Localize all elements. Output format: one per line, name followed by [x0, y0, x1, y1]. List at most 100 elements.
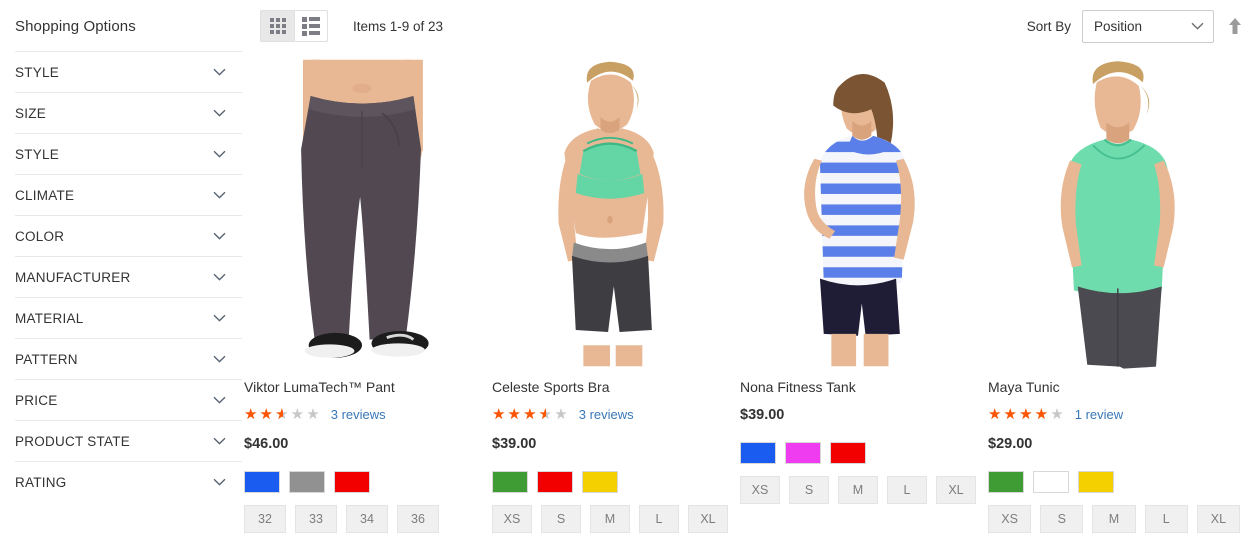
- filter-label: COLOR: [15, 228, 65, 244]
- size-swatch[interactable]: S: [789, 476, 829, 504]
- size-swatch[interactable]: XS: [492, 505, 532, 533]
- color-swatch[interactable]: [244, 471, 280, 493]
- color-swatch[interactable]: [334, 471, 370, 493]
- reviews-link[interactable]: 1 review: [1075, 407, 1123, 422]
- view-mode-switch: [260, 10, 328, 42]
- star-rating-icon: ★★★★★★★★★★: [988, 406, 1066, 422]
- product-card: Nona Fitness Tank $39.00 XS S M L XL: [740, 52, 988, 533]
- product-card: Celeste Sports Bra ★★★★★★★★★★ 3 reviews $39…: [492, 52, 740, 533]
- filter-climate-3[interactable]: CLIMATE: [15, 174, 242, 215]
- filter-label: MANUFACTURER: [15, 269, 131, 285]
- star-rating-icon: ★★★★★★★★★★: [492, 406, 570, 422]
- filter-price-8[interactable]: PRICE: [15, 379, 242, 420]
- star-rating-icon: ★★★★★★★★★★: [244, 406, 322, 422]
- color-swatch[interactable]: [988, 471, 1024, 493]
- chevron-down-icon: [213, 273, 226, 281]
- size-swatch[interactable]: 33: [295, 505, 337, 533]
- color-swatch[interactable]: [1078, 471, 1114, 493]
- product-rating: ★★★★★★★★★★ 3 reviews: [244, 403, 480, 425]
- shopping-options-sidebar: Shopping Options STYLE SIZE STYLE CLIMATE CO…: [0, 0, 242, 546]
- filter-label: PRODUCT STATE: [15, 433, 131, 449]
- size-swatch[interactable]: L: [1144, 505, 1188, 533]
- size-swatch[interactable]: XS: [988, 505, 1032, 533]
- arrow-up-icon: [1229, 18, 1241, 34]
- size-swatch[interactable]: M: [590, 505, 630, 533]
- reviews-link[interactable]: 3 reviews: [331, 407, 386, 422]
- chevron-down-icon: [213, 191, 226, 199]
- filter-style-0[interactable]: STYLE: [15, 51, 242, 92]
- chevron-down-icon: [213, 355, 226, 363]
- sidebar-title: Shopping Options: [15, 18, 136, 35]
- product-image[interactable]: [740, 52, 976, 374]
- product-price: $29.00: [988, 436, 1033, 452]
- color-swatch[interactable]: [537, 471, 573, 493]
- product-image[interactable]: [988, 52, 1240, 374]
- filter-list: STYLE SIZE STYLE CLIMATE COLOR MANUFACTURER MA…: [15, 51, 242, 502]
- size-swatch[interactable]: M: [1092, 505, 1136, 533]
- chevron-down-icon: [213, 150, 226, 158]
- product-rating: ★★★★★★★★★★ 3 reviews: [492, 403, 728, 425]
- size-swatch[interactable]: 36: [397, 505, 439, 533]
- sort-direction-button[interactable]: [1227, 16, 1243, 36]
- size-swatch[interactable]: XL: [688, 505, 728, 533]
- chevron-down-icon: [213, 68, 226, 76]
- product-name[interactable]: Nona Fitness Tank: [740, 379, 976, 396]
- sort-by-value: Position: [1094, 18, 1143, 34]
- size-swatch-list: XS S M L XL: [492, 505, 728, 533]
- chevron-down-icon: [1191, 22, 1204, 30]
- filter-label: MATERIAL: [15, 310, 84, 326]
- product-toolbar: Items 1-9 of 23 Sort By Position: [242, 0, 1259, 52]
- product-image[interactable]: [244, 52, 480, 374]
- product-name[interactable]: Viktor LumaTech™ Pant: [244, 379, 480, 396]
- stars-filled: ★★★★★: [492, 406, 546, 422]
- chevron-down-icon: [213, 478, 226, 486]
- filter-label: RATING: [15, 474, 67, 490]
- size-swatch[interactable]: XL: [1196, 505, 1241, 533]
- product-price: $39.00: [740, 407, 785, 423]
- filter-style-2[interactable]: STYLE: [15, 133, 242, 174]
- sort-by-select[interactable]: Position: [1082, 9, 1214, 43]
- list-view-icon[interactable]: [294, 10, 328, 42]
- filter-size-1[interactable]: SIZE: [15, 92, 242, 133]
- product-image[interactable]: [492, 52, 728, 374]
- grid-view-icon[interactable]: [260, 10, 294, 42]
- chevron-down-icon: [213, 109, 226, 117]
- product-price: $39.00: [492, 436, 537, 452]
- product-name[interactable]: Maya Tunic: [988, 379, 1240, 396]
- size-swatch[interactable]: L: [639, 505, 679, 533]
- filter-label: PRICE: [15, 392, 58, 408]
- color-swatch[interactable]: [830, 442, 866, 464]
- filter-rating-10[interactable]: RATING: [15, 461, 242, 502]
- product-price: $46.00: [244, 436, 289, 452]
- filter-material-6[interactable]: MATERIAL: [15, 297, 242, 338]
- filter-label: STYLE: [15, 64, 60, 80]
- size-swatch[interactable]: 32: [244, 505, 286, 533]
- color-swatch[interactable]: [740, 442, 776, 464]
- chevron-down-icon: [213, 396, 226, 404]
- chevron-down-icon: [213, 232, 226, 240]
- size-swatch[interactable]: S: [541, 505, 581, 533]
- size-swatch[interactable]: XS: [740, 476, 780, 504]
- color-swatch[interactable]: [492, 471, 528, 493]
- color-swatch[interactable]: [1033, 471, 1069, 493]
- color-swatch[interactable]: [289, 471, 325, 493]
- size-swatch[interactable]: M: [838, 476, 878, 504]
- chevron-down-icon: [213, 314, 226, 322]
- size-swatch[interactable]: 34: [346, 505, 388, 533]
- filter-manufacturer-5[interactable]: MANUFACTURER: [15, 256, 242, 297]
- filter-pattern-7[interactable]: PATTERN: [15, 338, 242, 379]
- filter-label: STYLE: [15, 146, 60, 162]
- color-swatch-list: [988, 471, 1240, 493]
- color-swatch[interactable]: [785, 442, 821, 464]
- filter-product-state-9[interactable]: PRODUCT STATE: [15, 420, 242, 461]
- size-swatch[interactable]: XL: [936, 476, 976, 504]
- reviews-link[interactable]: 3 reviews: [579, 407, 634, 422]
- color-swatch[interactable]: [582, 471, 618, 493]
- product-grid: Viktor LumaTech™ Pant ★★★★★★★★★★ 3 reviews…: [242, 52, 1259, 533]
- product-card: Maya Tunic ★★★★★★★★★★ 1 review $29.00 XS SMLX…: [988, 52, 1252, 533]
- size-swatch[interactable]: S: [1040, 505, 1084, 533]
- product-name[interactable]: Celeste Sports Bra: [492, 379, 728, 396]
- filter-color-4[interactable]: COLOR: [15, 215, 242, 256]
- chevron-down-icon: [213, 437, 226, 445]
- size-swatch[interactable]: L: [887, 476, 927, 504]
